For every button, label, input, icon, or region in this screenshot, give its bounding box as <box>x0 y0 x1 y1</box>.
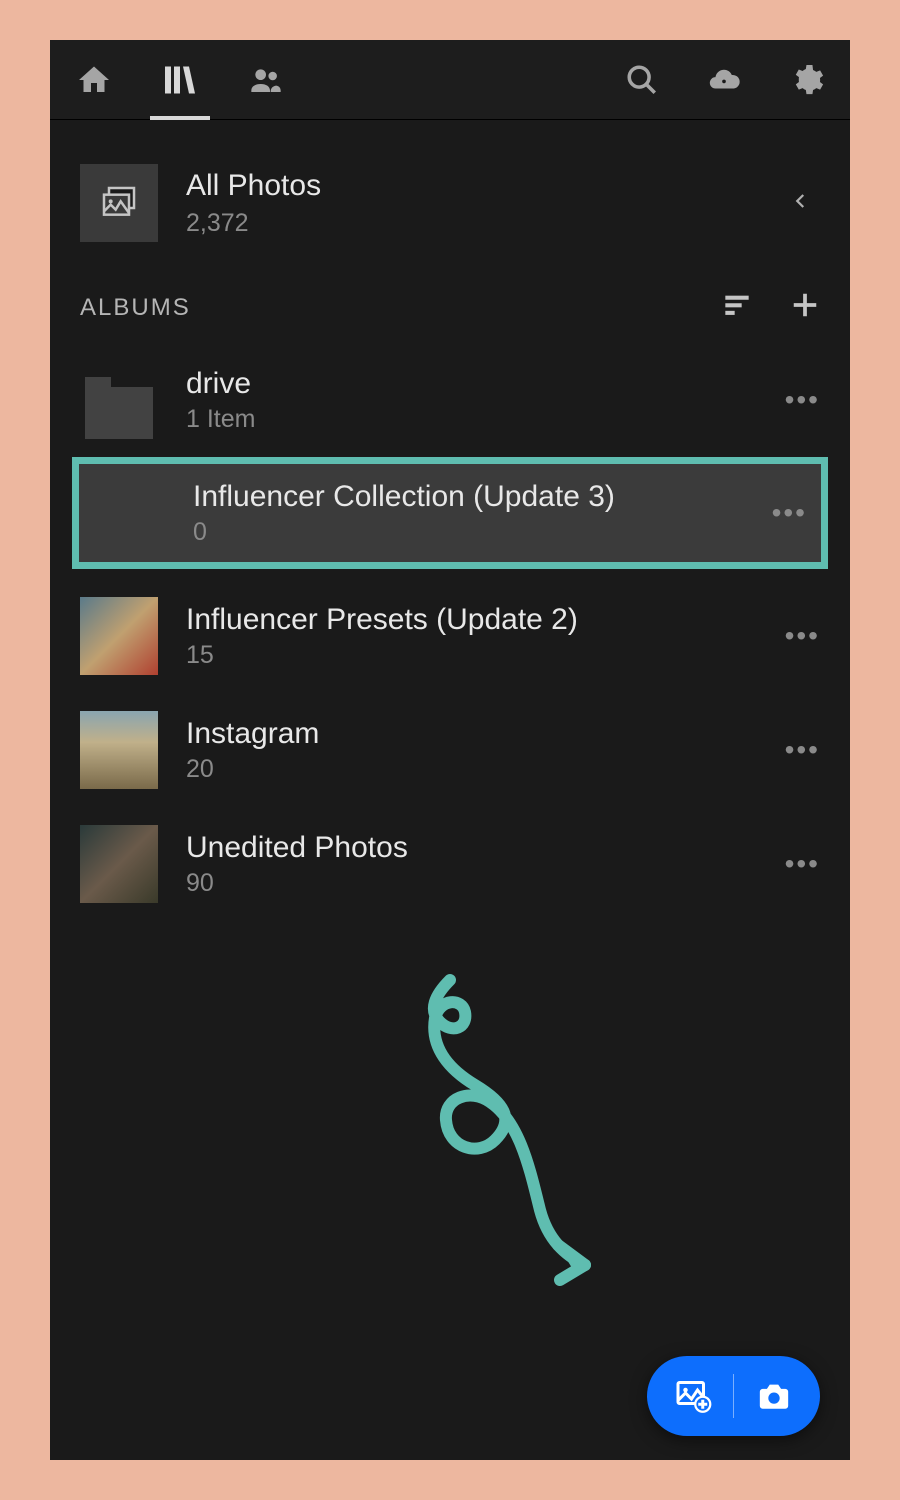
album-thumb <box>80 597 158 675</box>
top-nav-right <box>620 58 828 102</box>
album-thumb <box>80 825 158 903</box>
more-options-icon[interactable]: ••• <box>785 384 820 416</box>
all-photos-title: All Photos <box>186 169 754 203</box>
add-album-icon[interactable] <box>790 290 820 325</box>
album-list: drive 1 Item ••• Influencer Collection (… <box>50 343 850 921</box>
annotation-arrow <box>380 970 610 1290</box>
album-title: drive <box>186 367 820 401</box>
album-count: 20 <box>186 755 820 784</box>
settings-gear-icon[interactable] <box>784 58 828 102</box>
top-nav-bar <box>50 40 850 120</box>
album-row-unedited[interactable]: Unedited Photos 90 ••• <box>50 807 850 921</box>
album-title: Unedited Photos <box>186 831 820 865</box>
all-photos-thumb <box>80 164 158 242</box>
fab-add-photo <box>647 1356 821 1436</box>
album-count: 15 <box>186 641 820 670</box>
camera-icon[interactable] <box>754 1379 794 1413</box>
shared-icon[interactable] <box>244 58 288 102</box>
top-nav-left <box>72 58 288 102</box>
albums-section-header: ALBUMS <box>50 266 850 343</box>
home-icon[interactable] <box>72 58 116 102</box>
album-title: Influencer Collection (Update 3) <box>193 480 813 514</box>
sort-icon[interactable] <box>720 291 754 324</box>
all-photos-row[interactable]: All Photos 2,372 <box>50 120 850 266</box>
app-frame: All Photos 2,372 ALBUMS drive 1 Item <box>50 40 850 1460</box>
album-count: 90 <box>186 869 820 898</box>
chevron-left-icon[interactable] <box>782 176 820 231</box>
album-row-influencer-presets[interactable]: Influencer Presets (Update 2) 15 ••• <box>50 579 850 693</box>
all-photos-count: 2,372 <box>186 209 754 238</box>
album-count: 1 Item <box>186 405 820 434</box>
cloud-sync-icon[interactable] <box>702 58 746 102</box>
more-options-icon[interactable]: ••• <box>772 497 807 529</box>
library-icon[interactable] <box>158 58 202 102</box>
fab-divider <box>733 1374 735 1418</box>
album-thumb <box>80 711 158 789</box>
album-row-influencer-collection[interactable]: Influencer Collection (Update 3) 0 ••• <box>72 457 828 569</box>
more-options-icon[interactable]: ••• <box>785 734 820 766</box>
album-row-instagram[interactable]: Instagram 20 ••• <box>50 693 850 807</box>
album-count: 0 <box>193 518 813 547</box>
album-title: Instagram <box>186 717 820 751</box>
more-options-icon[interactable]: ••• <box>785 620 820 652</box>
folder-icon <box>80 361 158 439</box>
add-image-icon[interactable] <box>673 1378 713 1414</box>
album-row-drive[interactable]: drive 1 Item ••• <box>50 343 850 457</box>
more-options-icon[interactable]: ••• <box>785 848 820 880</box>
search-icon[interactable] <box>620 58 664 102</box>
albums-actions <box>720 290 820 325</box>
album-title: Influencer Presets (Update 2) <box>186 603 820 637</box>
all-photos-text: All Photos 2,372 <box>186 169 754 238</box>
albums-label: ALBUMS <box>80 294 191 322</box>
